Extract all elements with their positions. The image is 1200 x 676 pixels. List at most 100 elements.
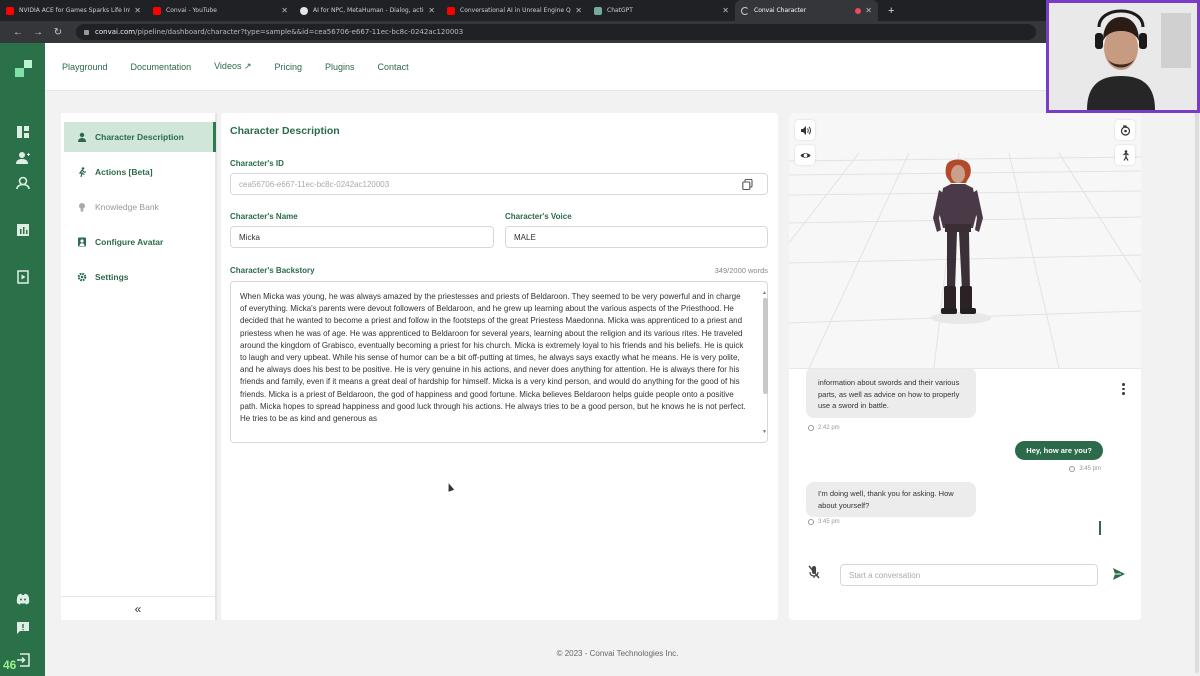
clock-icon [808,425,814,431]
unreal-icon [300,6,308,15]
browser-tab-bar: NVIDIA ACE for Games Sparks Life Into Vi… [0,0,1200,21]
new-tab-button[interactable]: + [888,5,894,17]
word-count: 349/2000 words [714,266,768,275]
character-avatar [933,159,983,314]
dashboard-icon[interactable] [16,125,30,139]
nav-contact[interactable]: Contact [378,62,409,72]
volume-button[interactable] [795,120,815,140]
convai-icon [741,6,749,15]
menu-item-character-description[interactable]: Character Description [64,122,216,152]
chat-message-user: Hey, how are you? [1015,441,1103,460]
refresh-icon [1120,124,1130,136]
character-id-label: Character's ID [230,159,284,168]
walking-icon [1122,149,1129,161]
chat-input[interactable]: Start a conversation [840,564,1098,586]
character-description-panel: Character Description Character's ID cea… [221,113,778,620]
nav-pricing[interactable]: Pricing [275,62,303,72]
nav-plugins[interactable]: Plugins [325,62,355,72]
collapse-menu-button[interactable]: « [61,596,215,620]
character-name-label: Character's Name [230,212,298,221]
animation-button[interactable] [1115,145,1135,165]
chatgpt-icon [594,6,602,15]
convai-logo[interactable] [15,60,32,77]
clock-icon [808,519,814,525]
fps-counter: 46 [3,658,17,672]
menu-item-configure-avatar[interactable]: Configure Avatar [64,227,216,257]
page-title: Character Description [230,125,340,137]
discord-icon[interactable] [16,592,30,606]
copy-icon[interactable] [742,179,753,190]
speaker-icon [800,125,811,135]
add-user-icon[interactable] [16,151,30,165]
more-options-icon[interactable] [1122,383,1125,397]
avatar-viewer[interactable] [789,113,1141,368]
bulb-icon [77,202,87,212]
close-icon[interactable]: ✕ [865,6,872,15]
analytics-icon[interactable] [16,223,30,237]
close-icon[interactable]: ✕ [134,6,141,15]
message-timestamp: 3:45 pm [1069,466,1101,472]
recording-icon [855,7,862,14]
menu-item-knowledge-bank[interactable]: Knowledge Bank [64,192,216,222]
clock-icon [1069,466,1076,472]
browser-tab-6[interactable]: Convai Character ✕ [735,0,878,21]
close-icon[interactable]: ✕ [281,6,288,15]
address-bar: ← → ↻ convai.com/pipeline/dashboard/char… [0,21,1200,43]
footer-copyright: © 2023 - Convai Technologies Inc. [556,649,679,658]
chat-message-bot: information about swords and their vario… [806,369,976,418]
chat-panel: information about swords and their vario… [789,368,1141,620]
message-timestamp: 2:42 pm [808,425,840,431]
close-icon[interactable]: ✕ [722,6,729,15]
chat-scrollbar[interactable] [1099,521,1101,535]
nav-documentation[interactable]: Documentation [131,62,192,72]
lock-icon [84,29,89,35]
reset-camera-button[interactable] [1115,120,1135,140]
close-icon[interactable]: ✕ [575,6,582,15]
character-voice-label: Character's Voice [505,212,572,221]
youtube-icon [6,6,14,15]
character-backstory-textarea[interactable]: When Micka was young, he was always amaz… [230,281,768,443]
webcam-feed [1049,3,1197,110]
browser-tab-4[interactable]: Conversational AI in Unreal Engine Quick… [441,0,588,21]
nav-videos[interactable]: Videos ↗ [214,61,251,72]
running-icon [77,167,87,177]
eye-icon [800,152,810,158]
character-id-field[interactable]: cea56706-e667-11ec-bc8c-0242ac120003 [230,173,768,195]
browser-tab-1[interactable]: NVIDIA ACE for Games Sparks Life Into Vi… [0,0,147,21]
microphone-off-icon[interactable] [806,564,822,580]
webcam-overlay [1046,0,1200,113]
gear-icon [77,272,87,282]
character-settings-menu: Character Description Actions [Beta] Kno… [61,113,217,620]
youtube-icon [153,6,161,15]
streamer-image [1049,3,1197,110]
person-icon [77,132,87,142]
feedback-icon[interactable] [16,621,30,635]
reload-icon[interactable]: ↻ [48,27,68,38]
browser-tab-2[interactable]: Convai - YouTube ✕ [147,0,294,21]
browser-tab-3[interactable]: AI for NPC, MetaHuman - Dialog, actions … [294,0,441,21]
play-document-icon[interactable] [16,270,30,284]
visibility-button[interactable] [795,145,815,165]
nav-playground[interactable]: Playground [62,62,108,72]
back-icon[interactable]: ← [8,27,28,38]
page-scrollbar[interactable] [1194,91,1200,676]
character-name-input[interactable]: Micka [230,226,494,248]
top-navigation: Playground Documentation Videos ↗ Pricin… [45,43,1200,91]
message-timestamp: 3:45 pm [808,519,840,525]
youtube-icon [447,6,455,15]
backstory-scrollbar[interactable]: ▲ ▼ [762,290,768,435]
menu-item-actions[interactable]: Actions [Beta] [64,157,216,187]
character-icon[interactable] [16,176,30,190]
chat-message-bot: I'm doing well, thank you for asking. Ho… [806,482,976,517]
browser-tab-5[interactable]: ChatGPT ✕ [588,0,735,21]
forward-icon[interactable]: → [28,27,48,38]
logout-icon[interactable] [16,653,30,667]
avatar-icon [77,237,87,247]
character-backstory-label: Character's Backstory [230,266,315,275]
app-sidebar: 46 [0,43,45,676]
close-icon[interactable]: ✕ [428,6,435,15]
character-voice-select[interactable]: MALE [505,226,768,248]
send-icon[interactable] [1112,567,1126,581]
url-input[interactable]: convai.com/pipeline/dashboard/character?… [76,24,1036,40]
menu-item-settings[interactable]: Settings [64,262,216,292]
